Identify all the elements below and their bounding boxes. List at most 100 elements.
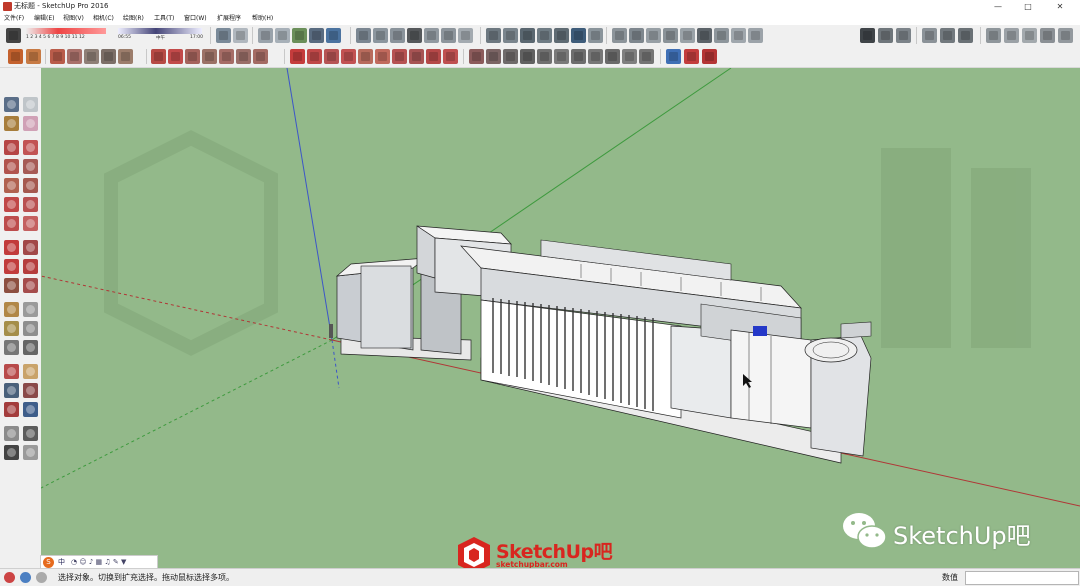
xray-icon[interactable] (216, 28, 231, 43)
plugin-roof-icon[interactable] (101, 49, 116, 64)
plugin-twist-icon[interactable] (219, 49, 234, 64)
menu-file[interactable]: 文件(F) (4, 13, 24, 25)
sun-icon[interactable] (680, 28, 695, 43)
plugin-split-icon[interactable] (307, 49, 322, 64)
offset-tool-icon[interactable] (23, 278, 38, 293)
solar-icon[interactable] (748, 28, 763, 43)
solid-split-icon[interactable] (588, 28, 603, 43)
materials-icon[interactable] (958, 28, 973, 43)
3d-text-icon[interactable] (23, 340, 38, 355)
pie-tool-icon[interactable] (23, 216, 38, 231)
three-point-arc-icon[interactable] (4, 216, 19, 231)
model-canvas[interactable] (41, 68, 1080, 568)
left-view-icon[interactable] (458, 28, 473, 43)
section-tool-icon[interactable] (23, 445, 38, 460)
iso-view-icon[interactable] (356, 28, 371, 43)
plugin-extrude-icon[interactable] (168, 49, 183, 64)
scenes-icon[interactable] (940, 28, 955, 43)
plugin-arc-icon[interactable] (324, 49, 339, 64)
wireframe-icon[interactable] (258, 28, 273, 43)
top-view-icon[interactable] (373, 28, 388, 43)
freehand-tool-icon[interactable] (23, 140, 38, 155)
plugin-curve-icon[interactable] (253, 49, 268, 64)
zoom-tool-icon[interactable] (4, 383, 19, 398)
solid-subtract-icon[interactable] (554, 28, 569, 43)
plugin-railing-icon[interactable] (486, 49, 501, 64)
menu-help[interactable]: 帮助(H) (252, 13, 273, 25)
building-model[interactable] (329, 225, 872, 464)
plugin-render-icon[interactable] (666, 49, 681, 64)
model-viewport[interactable] (41, 68, 1080, 568)
right-view-icon[interactable] (424, 28, 439, 43)
plugin-frame-icon[interactable] (622, 49, 637, 64)
plugin-bend-icon[interactable] (236, 49, 251, 64)
section-plane-icon[interactable] (486, 28, 501, 43)
menu-view[interactable]: 视图(V) (63, 13, 84, 25)
plugin-loft-icon[interactable] (185, 49, 200, 64)
push-pull-icon[interactable] (23, 240, 38, 255)
zoom-extents-icon[interactable] (4, 402, 19, 417)
plugin-chamfer-icon[interactable] (392, 49, 407, 64)
plugin-follow-icon[interactable] (202, 49, 217, 64)
plugin-stair-icon[interactable] (469, 49, 484, 64)
plugin-weld-icon[interactable] (358, 49, 373, 64)
plugin-column-icon[interactable] (571, 49, 586, 64)
plugin-tile-icon[interactable] (26, 49, 41, 64)
back-view-icon[interactable] (441, 28, 456, 43)
text-tool-icon[interactable] (23, 321, 38, 336)
globe-icon[interactable] (629, 28, 644, 43)
teapot-icon[interactable] (878, 28, 893, 43)
components-icon[interactable] (1022, 28, 1037, 43)
plugin-vray-icon[interactable] (684, 49, 699, 64)
plugin-extend-icon[interactable] (443, 49, 458, 64)
plugin-round-icon[interactable] (375, 49, 390, 64)
paint-bucket-icon[interactable] (4, 116, 19, 131)
shaded-icon[interactable] (292, 28, 307, 43)
dimension-tool-icon[interactable] (23, 302, 38, 317)
shadow-toggle-icon[interactable] (6, 28, 21, 43)
plugin-array-icon[interactable] (118, 49, 133, 64)
plugin-beam-icon[interactable] (588, 49, 603, 64)
solid-union-icon[interactable] (537, 28, 552, 43)
walk-tool-icon[interactable] (4, 445, 19, 460)
rotate-tool-icon[interactable] (4, 259, 19, 274)
plugin-panel-icon[interactable] (639, 49, 654, 64)
plugin-push-icon[interactable] (50, 49, 65, 64)
protractor-icon[interactable] (4, 321, 19, 336)
minimize-button[interactable]: — (984, 0, 1012, 13)
location-icon[interactable] (646, 28, 661, 43)
plugin-fillet-icon[interactable] (409, 49, 424, 64)
camera-position-icon[interactable] (860, 28, 875, 43)
plugin-box-icon[interactable] (8, 49, 23, 64)
tape-measure-icon[interactable] (4, 302, 19, 317)
circle-tool-icon[interactable] (4, 178, 19, 193)
plugin-offset-icon[interactable] (151, 49, 166, 64)
measurements-input[interactable] (965, 571, 1079, 585)
help-icon[interactable] (36, 572, 47, 583)
menu-edit[interactable]: 编辑(E) (34, 13, 54, 25)
front-view-icon[interactable] (390, 28, 405, 43)
menu-extensions[interactable]: 扩展程序 (217, 13, 241, 25)
network-icon[interactable] (714, 28, 729, 43)
plants-icon[interactable] (1040, 28, 1055, 43)
zoom-window-icon[interactable] (23, 383, 38, 398)
layers-icon[interactable] (922, 28, 937, 43)
eraser-icon[interactable] (23, 116, 38, 131)
section-fill-icon[interactable] (520, 28, 535, 43)
plugin-truss-icon[interactable] (605, 49, 620, 64)
position-camera-icon[interactable] (4, 426, 19, 441)
scale-tool-icon[interactable] (4, 278, 19, 293)
entity-info-icon[interactable] (986, 28, 1001, 43)
plugin-line-icon[interactable] (290, 49, 305, 64)
maximize-button[interactable]: □ (1014, 0, 1042, 13)
menu-tools[interactable]: 工具(T) (154, 13, 174, 25)
rotated-rectangle-icon[interactable] (23, 159, 38, 174)
outliner-icon[interactable] (1004, 28, 1019, 43)
follow-me-icon[interactable] (23, 259, 38, 274)
plugin-window-icon[interactable] (503, 49, 518, 64)
plugin-slab-icon[interactable] (554, 49, 569, 64)
shaded-textures-icon[interactable] (309, 28, 324, 43)
shadow-time-slider[interactable] (26, 28, 106, 34)
plugin-door-icon[interactable] (520, 49, 535, 64)
plugin-trim-icon[interactable] (426, 49, 441, 64)
